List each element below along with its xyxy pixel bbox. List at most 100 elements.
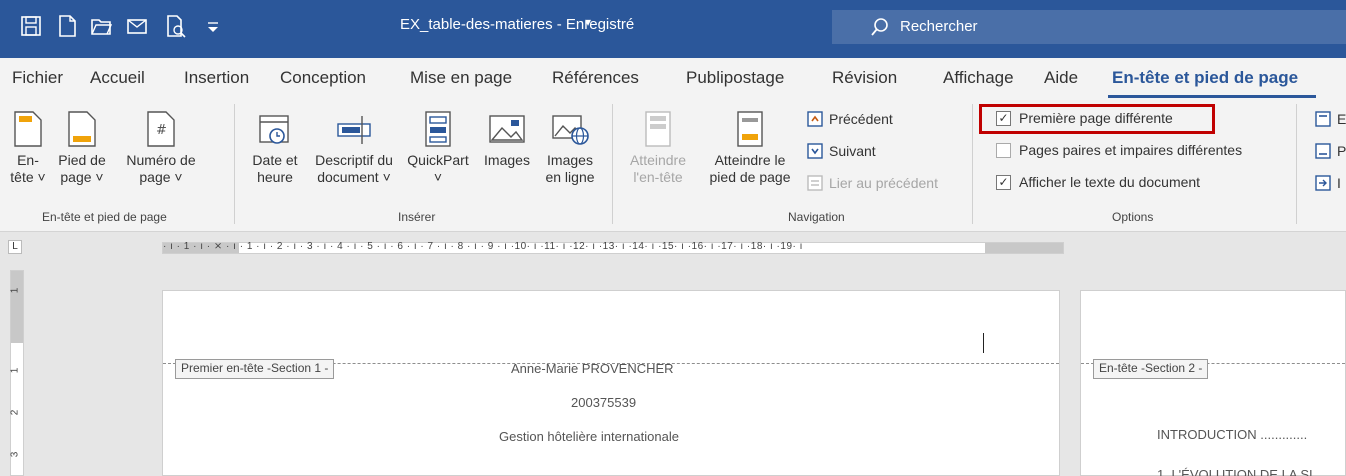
tab-fichier[interactable]: Fichier xyxy=(12,68,63,88)
save-icon[interactable] xyxy=(20,14,42,38)
ruler-row: L · ı · 1 · ı · ⨯ · ı · 1 · ı · 2 · ı · … xyxy=(0,232,1346,262)
program-name[interactable]: Gestion hôtelière internationale xyxy=(499,429,679,444)
goto-header-icon xyxy=(645,111,671,147)
position-item-2[interactable]: P xyxy=(1314,142,1346,160)
group-label-insert: Insérer xyxy=(398,210,436,224)
date-time-label: Date et heure xyxy=(252,152,298,185)
open-folder-icon[interactable] xyxy=(90,14,113,38)
toc-entry[interactable]: 1. L'ÉVOLUTION DE LA SI xyxy=(1157,467,1313,476)
tab-mise-en-page[interactable]: Mise en page xyxy=(410,68,512,88)
odd-even-different-option[interactable]: Pages paires et impaires différentes xyxy=(996,142,1242,158)
tab-affichage[interactable]: Affichage xyxy=(943,68,1014,88)
online-images-button[interactable]: Images en ligne xyxy=(538,110,602,186)
show-document-text-label: Afficher le texte du document xyxy=(1019,174,1201,190)
odd-even-different-checkbox[interactable] xyxy=(996,142,1011,158)
goto-header-label: Atteindre l'en-tête xyxy=(629,152,687,185)
author-name[interactable]: Anne-Marie PROVENCHER xyxy=(511,361,674,376)
next-label: Suivant xyxy=(829,143,876,159)
goto-footer-button[interactable]: Atteindre le pied de page xyxy=(700,110,800,186)
footer-button-label: Pied de page ˅ xyxy=(58,152,106,185)
show-document-text-option[interactable]: ✓ Afficher le texte du document xyxy=(996,174,1200,190)
position-item-3-label: I xyxy=(1337,175,1341,191)
tab-conception[interactable]: Conception xyxy=(280,68,366,88)
insert-alignment-tab-icon xyxy=(1315,175,1331,191)
email-icon[interactable] xyxy=(126,14,148,38)
online-images-label: Images en ligne xyxy=(545,152,595,185)
header-button-label: En- tête ˅ xyxy=(10,152,46,185)
group-separator xyxy=(234,104,235,224)
tab-insertion[interactable]: Insertion xyxy=(184,68,249,88)
group-separator xyxy=(612,104,613,224)
online-images-icon xyxy=(552,115,589,145)
vertical-ruler[interactable]: 1 1 2 3 xyxy=(9,270,24,476)
position-item-3[interactable]: I xyxy=(1314,174,1341,192)
highlight-annotation xyxy=(979,104,1215,134)
header-button[interactable]: En- tête ˅ xyxy=(4,110,52,186)
document-info-label: Descriptif du document ˅ xyxy=(315,152,393,185)
header-icon xyxy=(14,111,42,147)
search-icon xyxy=(871,18,888,36)
tab-accueil[interactable]: Accueil xyxy=(90,68,145,88)
print-preview-icon[interactable] xyxy=(164,14,186,38)
student-id[interactable]: 200375539 xyxy=(571,395,636,410)
header-section-tag: En-tête -Section 2 - xyxy=(1093,359,1209,379)
document-info-button[interactable]: Descriptif du document ˅ xyxy=(306,110,402,186)
link-icon xyxy=(807,175,823,191)
search-box[interactable]: Rechercher xyxy=(832,10,1346,44)
ribbon-tabs: Fichier Accueil Insertion Conception Mis… xyxy=(0,58,1346,98)
images-label: Images xyxy=(484,152,530,168)
page-number-button[interactable]: # Numéro de page ˅ xyxy=(120,110,202,186)
group-label-navigation: Navigation xyxy=(788,210,845,224)
show-document-text-checkbox[interactable]: ✓ xyxy=(996,174,1011,190)
title-bar: EX_table-des-matieres - Enregistré ▾ Rec… xyxy=(0,0,1346,58)
vruler-label: 3 xyxy=(9,451,21,458)
tab-revision[interactable]: Révision xyxy=(832,68,897,88)
position-item-1[interactable]: E xyxy=(1314,110,1346,128)
calendar-clock-icon xyxy=(259,115,289,144)
tab-publipostage[interactable]: Publipostage xyxy=(686,68,784,88)
tab-aide[interactable]: Aide xyxy=(1044,68,1078,88)
customize-toolbar-icon[interactable] xyxy=(202,14,224,38)
chevron-down-icon[interactable]: ▾ xyxy=(585,15,591,29)
vruler-label: 1 xyxy=(9,287,21,294)
ruler-numbers: · ı · 1 · ı · ⨯ · ı · 1 · ı · 2 · ı · 3 … xyxy=(163,241,803,252)
position-item-1-label: E xyxy=(1337,111,1346,127)
next-button[interactable]: Suivant xyxy=(806,142,876,160)
document-title[interactable]: EX_table-des-matieres - Enregistré xyxy=(400,16,634,33)
document-page-2[interactable]: En-tête -Section 2 - INTRODUCTION ......… xyxy=(1080,290,1346,476)
page-number-button-label: Numéro de page ˅ xyxy=(126,152,196,185)
quickpart-button[interactable]: QuickPart ˅ xyxy=(402,110,474,186)
svg-text:#: # xyxy=(156,123,167,138)
vruler-label: 2 xyxy=(9,409,21,416)
document-info-icon xyxy=(337,116,371,144)
group-separator xyxy=(1296,104,1297,224)
page-number-icon: # xyxy=(147,111,175,147)
horizontal-ruler[interactable]: · ı · 1 · ı · ⨯ · ı · 1 · ı · 2 · ı · 3 … xyxy=(162,241,1064,254)
footer-position-icon xyxy=(1315,143,1331,159)
tab-en-tete-pied-de-page[interactable]: En-tête et pied de page xyxy=(1112,68,1298,88)
date-time-button[interactable]: Date et heure xyxy=(244,110,306,186)
previous-label: Précédent xyxy=(829,111,893,127)
footer-icon xyxy=(68,111,96,147)
goto-header-button[interactable]: Atteindre l'en-tête xyxy=(620,110,696,186)
header-section-tag: Premier en-tête -Section 1 - xyxy=(175,359,335,379)
link-to-previous-button[interactable]: Lier au précédent xyxy=(806,174,938,192)
previous-icon xyxy=(807,111,823,127)
previous-button[interactable]: Précédent xyxy=(806,110,893,128)
new-document-icon[interactable] xyxy=(56,14,78,38)
toc-entry[interactable]: INTRODUCTION ............. xyxy=(1157,427,1307,442)
vertical-ruler-top-margin xyxy=(11,271,23,343)
tab-references[interactable]: Références xyxy=(552,68,639,88)
images-icon xyxy=(489,115,525,143)
footer-button[interactable]: Pied de page ˅ xyxy=(54,110,110,186)
goto-footer-label: Atteindre le pied de page xyxy=(709,152,791,185)
link-to-previous-label: Lier au précédent xyxy=(829,175,938,191)
group-label-options: Options xyxy=(1112,210,1154,224)
search-placeholder: Rechercher xyxy=(900,18,978,35)
quickpart-icon xyxy=(425,111,451,147)
document-page-1[interactable]: Premier en-tête -Section 1 - Anne-Marie … xyxy=(162,290,1060,476)
group-separator xyxy=(972,104,973,224)
text-cursor xyxy=(983,333,984,353)
tab-selector[interactable]: L xyxy=(8,240,22,254)
images-button[interactable]: Images xyxy=(476,110,538,169)
